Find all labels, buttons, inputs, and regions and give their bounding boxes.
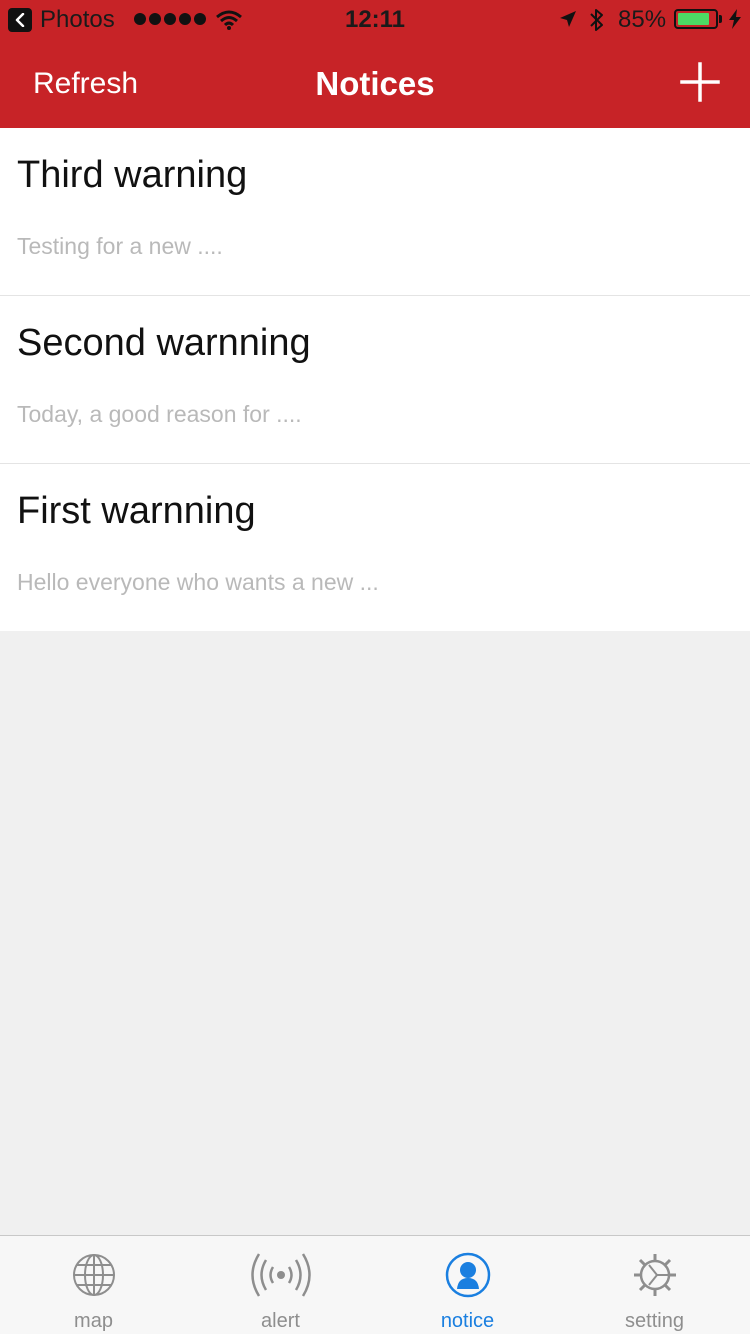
notice-title: First warnning: [17, 490, 256, 532]
page-title: Notices: [315, 65, 435, 102]
broadcast-icon: [250, 1253, 311, 1297]
notice-list-item[interactable]: Third warning Testing for a new ....: [0, 128, 750, 296]
gear-icon: [633, 1254, 676, 1296]
notice-preview: Hello everyone who wants a new ...: [17, 569, 379, 595]
tab-label: notice: [440, 1310, 495, 1332]
tab-bar: map alert notice setting: [0, 1235, 750, 1334]
tab-label: alert: [261, 1310, 300, 1332]
tab-label: setting: [625, 1310, 684, 1332]
tab-notice[interactable]: notice: [374, 1236, 561, 1334]
plus-icon[interactable]: [678, 60, 722, 104]
notice-list-item[interactable]: First warnning Hello everyone who wants …: [0, 464, 750, 631]
charging-bolt-icon: [729, 9, 741, 29]
notice-preview: Today, a good reason for ....: [17, 401, 302, 427]
notice-title: Second warnning: [17, 322, 311, 364]
person-icon: [445, 1252, 490, 1298]
app-header: Photos 12:11 85% Refresh Notices: [0, 0, 750, 128]
globe-icon: [72, 1254, 115, 1296]
navigation-bar: Refresh Notices: [0, 40, 750, 128]
status-bar: Photos 12:11 85%: [0, 0, 750, 40]
tab-alert[interactable]: alert: [187, 1236, 374, 1334]
battery-cap: [719, 15, 722, 23]
notice-list-item[interactable]: Second warnning Today, a good reason for…: [0, 296, 750, 464]
notice-title: Third warning: [17, 154, 248, 196]
tab-label: map: [74, 1310, 113, 1332]
tab-map[interactable]: map: [0, 1236, 187, 1334]
notice-list: Third warning Testing for a new .... Sec…: [0, 128, 750, 631]
location-arrow-icon: [560, 11, 576, 27]
bluetooth-icon: [590, 9, 603, 31]
battery-icon: [674, 9, 718, 29]
tab-setting[interactable]: setting: [561, 1236, 748, 1334]
battery-percent: 85%: [618, 6, 667, 33]
battery-level-fill: [678, 13, 709, 25]
notice-preview: Testing for a new ....: [17, 233, 223, 259]
